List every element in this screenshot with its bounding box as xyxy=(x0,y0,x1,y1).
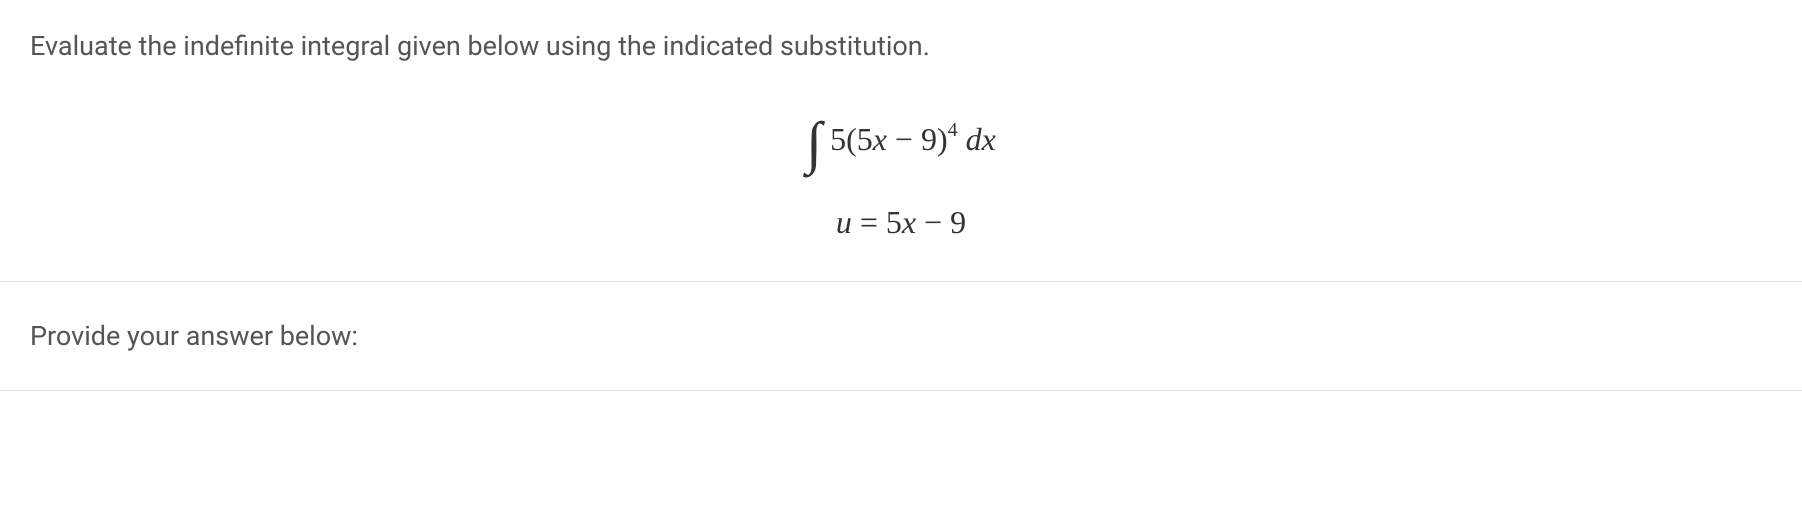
integrand: 5(5x − 9)4 dx xyxy=(830,121,996,158)
integral-expression: ∫ 5(5x − 9)4 dx xyxy=(30,110,1772,168)
integrand-mid: − 9) xyxy=(887,121,948,157)
substitution-expression: u = 5x − 9 xyxy=(30,204,1772,241)
integrand-dx: dx xyxy=(958,121,996,157)
sub-equals: = xyxy=(852,204,886,240)
math-block: ∫ 5(5x − 9)4 dx u = 5x − 9 xyxy=(30,110,1772,241)
sub-lhs: u xyxy=(836,204,852,240)
sub-rhs-var: x xyxy=(902,204,916,240)
question-section: Evaluate the indefinite integral given b… xyxy=(0,0,1802,281)
integrand-variable: x xyxy=(873,121,887,157)
sub-rhs-coef: 5 xyxy=(886,204,902,240)
answer-prompt: Provide your answer below: xyxy=(30,320,1772,352)
sub-rhs-tail: − 9 xyxy=(916,204,966,240)
integrand-exponent: 4 xyxy=(948,119,958,141)
bottom-divider xyxy=(0,390,1802,391)
answer-section: Provide your answer below: xyxy=(0,282,1802,390)
integrand-prefix: 5(5 xyxy=(830,121,873,157)
integral-icon: ∫ xyxy=(806,114,822,172)
question-prompt: Evaluate the indefinite integral given b… xyxy=(30,30,1772,62)
